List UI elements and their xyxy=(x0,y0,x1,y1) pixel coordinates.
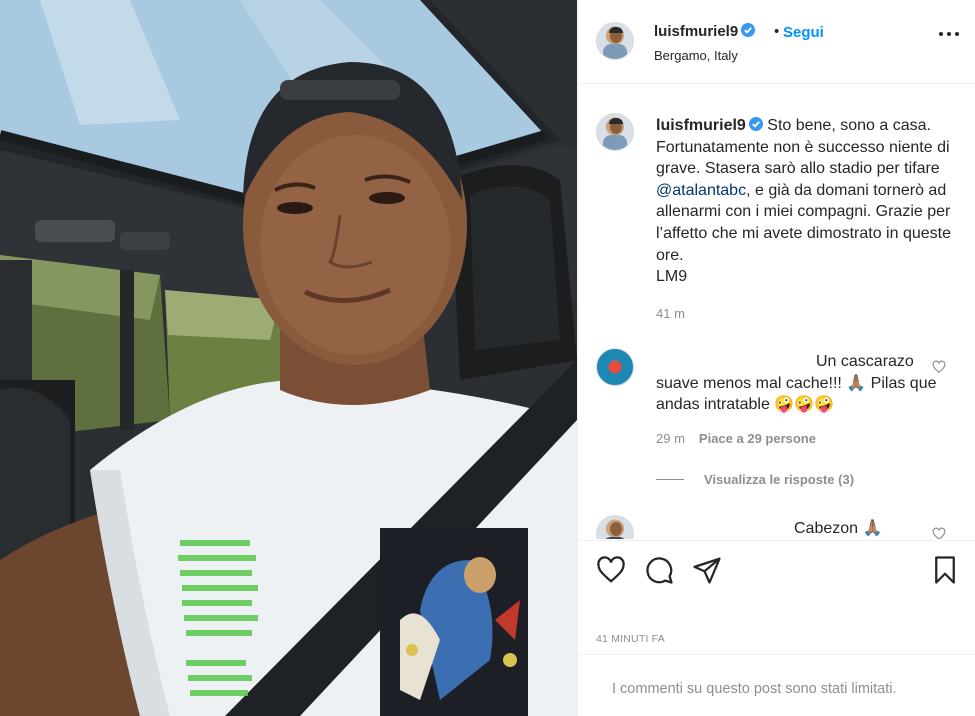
view-replies-button[interactable]: Visualizza le risposte (3) xyxy=(704,472,854,487)
bookmark-icon[interactable] xyxy=(930,555,960,585)
caption-mention-link[interactable]: @atalantabc xyxy=(656,182,746,199)
comment-meta: 29 m Piace a 29 persone xyxy=(656,431,816,446)
commenter-avatar[interactable] xyxy=(596,515,634,539)
post-header: luisfmuriel9 • Segui Bergamo, Italy xyxy=(578,0,975,84)
post-actions-bar xyxy=(578,540,975,600)
author-username[interactable]: luisfmuriel9 xyxy=(654,23,756,40)
heart-icon[interactable] xyxy=(596,555,626,585)
more-options-icon[interactable] xyxy=(938,30,960,38)
author-avatar[interactable] xyxy=(596,22,634,60)
comment-likes[interactable]: Piace a 29 persone xyxy=(699,431,816,446)
comments-limited-text: I commenti su questo post sono stati lim… xyxy=(612,681,897,697)
post-caption: luisfmuriel9 Sto bene, sono a casa. Fort… xyxy=(656,115,956,288)
replies-divider xyxy=(656,479,684,480)
comment-text: Un cascarazo suave menos mal cache!!! 🙏🏽… xyxy=(656,351,956,416)
comments-limited-notice: I commenti su questo post sono stati lim… xyxy=(578,654,975,716)
caption-username[interactable]: luisfmuriel9 xyxy=(656,117,746,134)
verified-badge-icon xyxy=(741,23,756,37)
post-photo[interactable] xyxy=(0,0,577,716)
selfie-illustration xyxy=(0,0,577,716)
commenter-avatar[interactable] xyxy=(596,348,634,386)
header-separator: • xyxy=(774,23,780,40)
caption-avatar[interactable] xyxy=(596,113,634,151)
follow-button[interactable]: Segui xyxy=(783,24,824,41)
author-username-text[interactable]: luisfmuriel9 xyxy=(654,23,738,40)
caption-signature: LM9 xyxy=(656,268,688,286)
comment-like-heart-icon[interactable] xyxy=(932,527,946,539)
post-timestamp[interactable]: 41 MINUTI FA xyxy=(596,633,665,645)
comment-like-heart-icon[interactable] xyxy=(932,360,946,374)
paper-plane-icon[interactable] xyxy=(692,555,722,585)
comment-icon[interactable] xyxy=(644,555,674,585)
comment-body: Un cascarazo suave menos mal cache!!! 🙏🏽… xyxy=(656,353,937,414)
post-location[interactable]: Bergamo, Italy xyxy=(654,48,738,63)
verified-badge-icon xyxy=(748,117,763,131)
comments-section[interactable]: luisfmuriel9 Sto bene, sono a casa. Fort… xyxy=(578,85,975,539)
comment-text: Cabezon 🙏🏽 xyxy=(794,520,883,537)
post-sidebar: luisfmuriel9 • Segui Bergamo, Italy luis… xyxy=(577,0,975,716)
comment-time[interactable]: 29 m xyxy=(656,431,685,446)
caption-timestamp[interactable]: 41 m xyxy=(656,306,685,321)
